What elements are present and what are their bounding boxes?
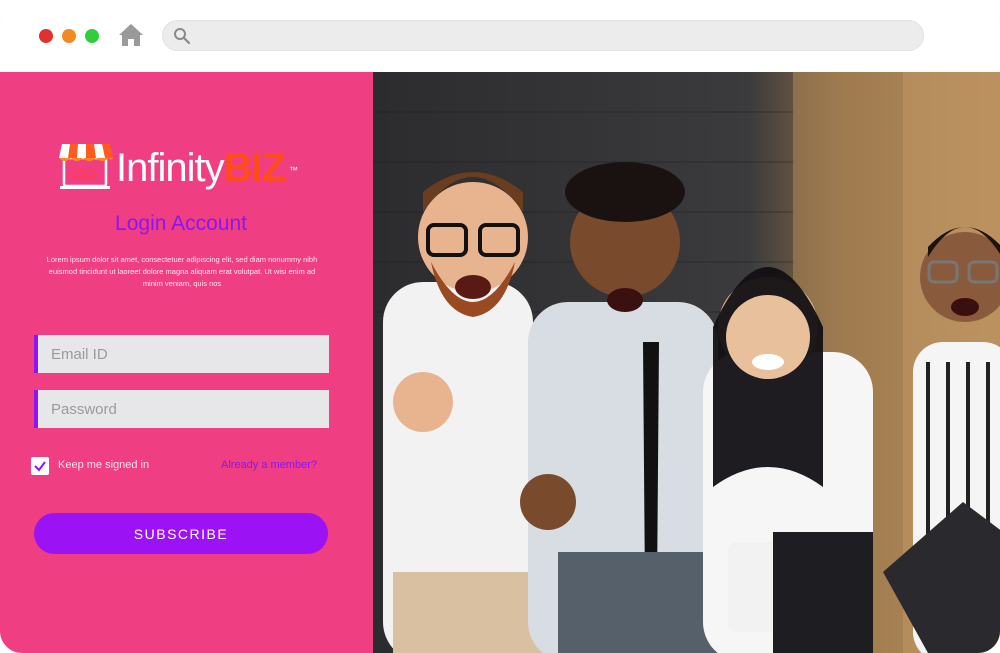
close-window-button[interactable] bbox=[39, 29, 53, 43]
brand-name-part1: Infinity bbox=[116, 146, 225, 190]
brand-logo: InfinityBIZ ™ bbox=[58, 140, 308, 195]
subscribe-button[interactable]: SUBSCRIBE bbox=[34, 513, 328, 554]
checkmark-icon bbox=[34, 461, 46, 472]
storefront-logo-icon bbox=[59, 144, 113, 189]
login-title: Login Account bbox=[115, 212, 247, 235]
address-bar[interactable] bbox=[162, 20, 924, 51]
search-icon bbox=[174, 28, 191, 45]
password-field[interactable] bbox=[34, 390, 329, 428]
login-description: Lorem ipsum dolor sit amet, consectetuer… bbox=[46, 255, 318, 288]
home-icon[interactable] bbox=[118, 22, 144, 48]
keep-signed-in-checkbox[interactable] bbox=[31, 457, 49, 475]
login-panel: InfinityBIZ ™ Login Account Lorem ipsum d… bbox=[0, 72, 373, 653]
brand-name-part2: BIZ bbox=[223, 146, 286, 190]
brand-wordmark: InfinityBIZ ™ bbox=[116, 144, 298, 192]
browser-window: InfinityBIZ ™ Login Account Lorem ipsum d… bbox=[0, 0, 1000, 653]
already-member-link[interactable]: Already a member? bbox=[221, 459, 317, 471]
minimize-window-button[interactable] bbox=[62, 29, 76, 43]
email-field[interactable] bbox=[34, 335, 329, 373]
keep-signed-in-label: Keep me signed in bbox=[58, 459, 150, 471]
hero-photo bbox=[373, 72, 1000, 653]
browser-toolbar bbox=[0, 0, 1000, 72]
team-celebrating-illustration bbox=[373, 72, 1000, 653]
trademark-symbol: ™ bbox=[289, 165, 298, 175]
maximize-window-button[interactable] bbox=[85, 29, 99, 43]
